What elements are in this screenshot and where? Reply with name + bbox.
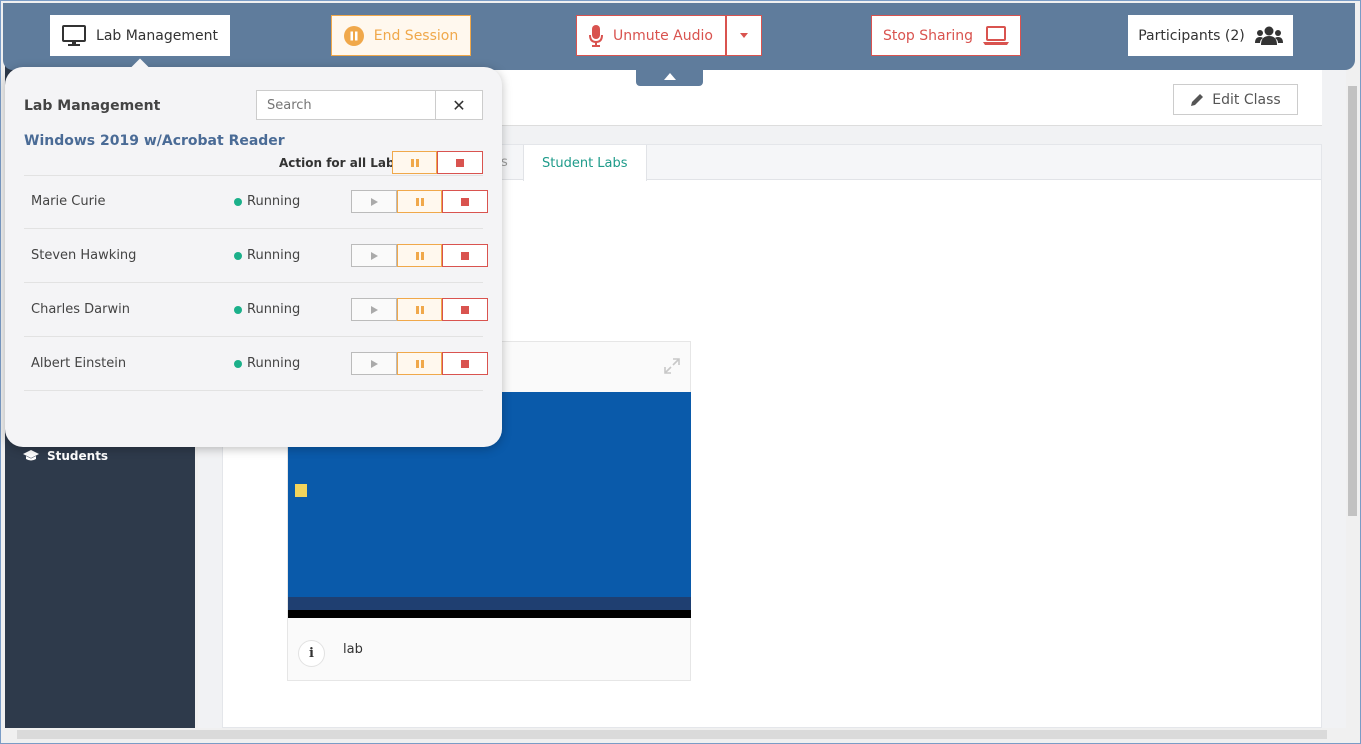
- pause-button[interactable]: [397, 298, 442, 321]
- participants-button[interactable]: Participants (2): [1128, 15, 1293, 56]
- list-item: Charles Darwin Running: [24, 283, 488, 337]
- caret-up-icon: [663, 73, 676, 80]
- stop-button[interactable]: [442, 190, 488, 213]
- stop-sharing-label: Stop Sharing: [882, 27, 974, 44]
- lab-controls: [351, 244, 488, 267]
- scrollbar-thumb[interactable]: [1348, 86, 1357, 516]
- play-button[interactable]: [351, 244, 397, 267]
- list-item: Steven Hawking Running: [24, 229, 488, 283]
- tab-student-labs[interactable]: Student Labs: [523, 145, 647, 181]
- status-text: Running: [247, 356, 301, 371]
- popup-title: Lab Management: [24, 98, 161, 114]
- laptop-icon: [983, 25, 1010, 45]
- stop-icon: [456, 158, 464, 167]
- vm-taskbar: [288, 597, 691, 610]
- pause-icon: [415, 197, 424, 206]
- collapse-toolbar-button[interactable]: [636, 67, 703, 86]
- users-icon: [1254, 26, 1283, 45]
- close-icon[interactable]: ✕: [435, 90, 483, 120]
- pause-icon: [415, 359, 424, 368]
- lab-management-label: Lab Management: [96, 27, 218, 44]
- play-button[interactable]: [351, 298, 397, 321]
- stop-button[interactable]: [442, 244, 488, 267]
- graduation-cap-icon: [23, 450, 39, 461]
- status-badge: Running: [234, 337, 300, 391]
- student-name: Marie Curie: [31, 194, 106, 209]
- running-dot-icon: [234, 198, 242, 206]
- pause-all-button[interactable]: [392, 151, 437, 174]
- search-input[interactable]: [256, 90, 436, 120]
- lab-controls: [351, 190, 488, 213]
- microphone-icon: [589, 24, 603, 47]
- caret-down-icon: [740, 33, 748, 38]
- play-icon: [370, 359, 378, 368]
- vm-bottom-bar: [288, 610, 691, 618]
- edit-class-button[interactable]: Edit Class: [1173, 84, 1298, 115]
- student-name: Albert Einstein: [31, 356, 127, 371]
- stop-icon: [461, 251, 469, 260]
- scrollbar-thumb[interactable]: [17, 730, 1327, 739]
- vertical-scrollbar[interactable]: [1346, 70, 1359, 728]
- unmute-audio-button[interactable]: Unmute Audio: [576, 15, 726, 56]
- play-button[interactable]: [351, 352, 397, 375]
- horizontal-scrollbar[interactable]: [3, 728, 1343, 741]
- pause-icon: [415, 251, 424, 260]
- unmute-audio-label: Unmute Audio: [613, 27, 713, 44]
- stop-icon: [461, 197, 469, 206]
- end-session-button[interactable]: End Session: [331, 15, 471, 56]
- pause-button[interactable]: [397, 352, 442, 375]
- expand-icon[interactable]: [664, 358, 680, 374]
- lab-controls: [351, 352, 488, 375]
- info-icon[interactable]: i: [298, 640, 325, 667]
- student-name: Charles Darwin: [31, 302, 130, 317]
- stop-button[interactable]: [442, 298, 488, 321]
- lab-management-popup: Lab Management ✕ Windows 2019 w/Acrobat …: [5, 58, 502, 447]
- pause-icon: [415, 305, 424, 314]
- status-badge: Running: [234, 229, 300, 283]
- list-item: Marie Curie Running: [24, 175, 488, 229]
- sidebar-item-label: Students: [47, 449, 109, 463]
- audio-options-dropdown[interactable]: [726, 15, 762, 56]
- edit-class-label: Edit Class: [1212, 91, 1281, 108]
- action-all-label: Action for all Labs:: [279, 156, 407, 170]
- status-badge: Running: [234, 175, 300, 229]
- stop-all-button[interactable]: [437, 151, 483, 174]
- lab-management-button[interactable]: Lab Management: [50, 15, 230, 56]
- lab-name: lab: [343, 642, 363, 657]
- stop-sharing-button[interactable]: Stop Sharing: [871, 15, 1021, 56]
- stop-button[interactable]: [442, 352, 488, 375]
- pencil-icon: [1191, 93, 1204, 106]
- pause-circle-icon: [343, 25, 364, 46]
- stop-icon: [461, 305, 469, 314]
- sidebar-item-students[interactable]: Students: [23, 449, 108, 463]
- status-text: Running: [247, 194, 301, 209]
- running-dot-icon: [234, 360, 242, 368]
- folder-desktop-icon: [295, 484, 307, 497]
- list-item: Albert Einstein Running: [24, 337, 488, 391]
- status-badge: Running: [234, 283, 300, 337]
- pause-icon: [410, 158, 419, 167]
- running-dot-icon: [234, 306, 242, 314]
- lab-controls: [351, 298, 488, 321]
- play-button[interactable]: [351, 190, 397, 213]
- lab-template-name: Windows 2019 w/Acrobat Reader: [24, 133, 285, 149]
- status-text: Running: [247, 248, 301, 263]
- play-icon: [370, 251, 378, 260]
- session-toolbar: Lab Management End Session Unmute Audio …: [3, 3, 1355, 70]
- stop-icon: [461, 359, 469, 368]
- monitor-icon: [62, 24, 87, 46]
- pause-button[interactable]: [397, 190, 442, 213]
- participants-label: Participants (2): [1138, 27, 1245, 44]
- all-labs-controls: [392, 151, 483, 174]
- pause-button[interactable]: [397, 244, 442, 267]
- play-icon: [370, 305, 378, 314]
- end-session-label: End Session: [373, 27, 459, 44]
- status-text: Running: [247, 302, 301, 317]
- running-dot-icon: [234, 252, 242, 260]
- student-name: Steven Hawking: [31, 248, 137, 263]
- play-icon: [370, 197, 378, 206]
